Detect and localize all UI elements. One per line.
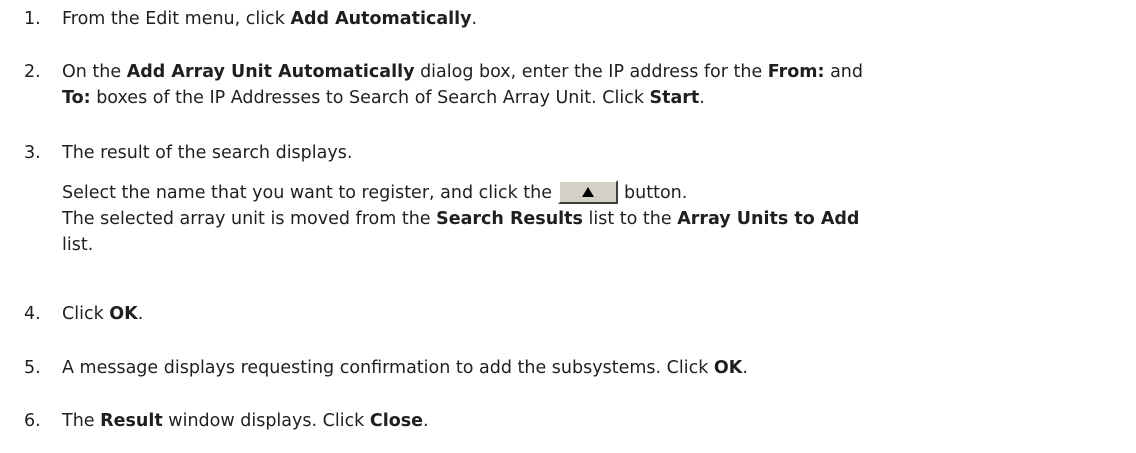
- step-text: The result of the search displays. Selec…: [62, 140, 1116, 258]
- step-text: The Result window displays. Click Close.: [62, 408, 1116, 434]
- step-number: 6.: [24, 411, 41, 431]
- text: button.: [624, 183, 688, 203]
- step-number: 1.: [24, 9, 41, 29]
- text: On the: [62, 62, 127, 82]
- text: Select the name that you want to registe…: [62, 183, 553, 203]
- text: dialog box, enter the IP address for the: [414, 62, 768, 82]
- text: The: [62, 411, 101, 431]
- text: A message displays requesting confirmati…: [62, 358, 714, 378]
- text: .: [137, 304, 144, 324]
- step-number: 5.: [24, 358, 41, 378]
- text: boxes of the IP Addresses to Search of S…: [90, 88, 650, 108]
- text: list.: [62, 235, 94, 255]
- text: .: [471, 9, 478, 29]
- ui-term: To:: [62, 88, 91, 108]
- ui-term: Add Automatically: [290, 9, 472, 29]
- ui-term: Search Results: [436, 209, 583, 229]
- ui-term: OK: [109, 304, 138, 324]
- text: The result of the search displays.: [62, 143, 353, 163]
- text: and: [824, 62, 864, 82]
- ui-term: From:: [767, 62, 825, 82]
- text: .: [742, 358, 748, 378]
- document-page: 1. From the Edit menu, click Add Automat…: [0, 0, 1136, 453]
- ui-term: Array Units to Add: [677, 209, 860, 229]
- text: list to the: [582, 209, 678, 229]
- ui-term: Result: [100, 411, 163, 431]
- step-number: 3.: [24, 143, 41, 163]
- step-number: 4.: [24, 304, 41, 324]
- step-text: Click OK.: [62, 301, 1116, 327]
- step-text: From the Edit menu, click Add Automatica…: [62, 6, 1116, 32]
- text: .: [699, 88, 705, 108]
- text: The selected array unit is moved from th…: [62, 209, 437, 229]
- move-up-button: [558, 179, 619, 204]
- step-number: 2.: [24, 62, 41, 82]
- text: Click: [62, 304, 110, 324]
- ui-term: Close: [369, 411, 424, 431]
- text: .: [423, 411, 429, 431]
- step-text: A message displays requesting confirmati…: [62, 355, 1116, 381]
- text: window displays. Click: [162, 411, 370, 431]
- up-triangle-icon: [582, 186, 595, 197]
- ui-term: Start: [649, 88, 700, 108]
- step-text: On the Add Array Unit Automatically dial…: [62, 59, 1116, 111]
- text: From the Edit menu, click: [62, 9, 291, 29]
- ui-term: OK: [713, 358, 743, 378]
- ui-term: Add Array Unit Automatically: [126, 62, 415, 82]
